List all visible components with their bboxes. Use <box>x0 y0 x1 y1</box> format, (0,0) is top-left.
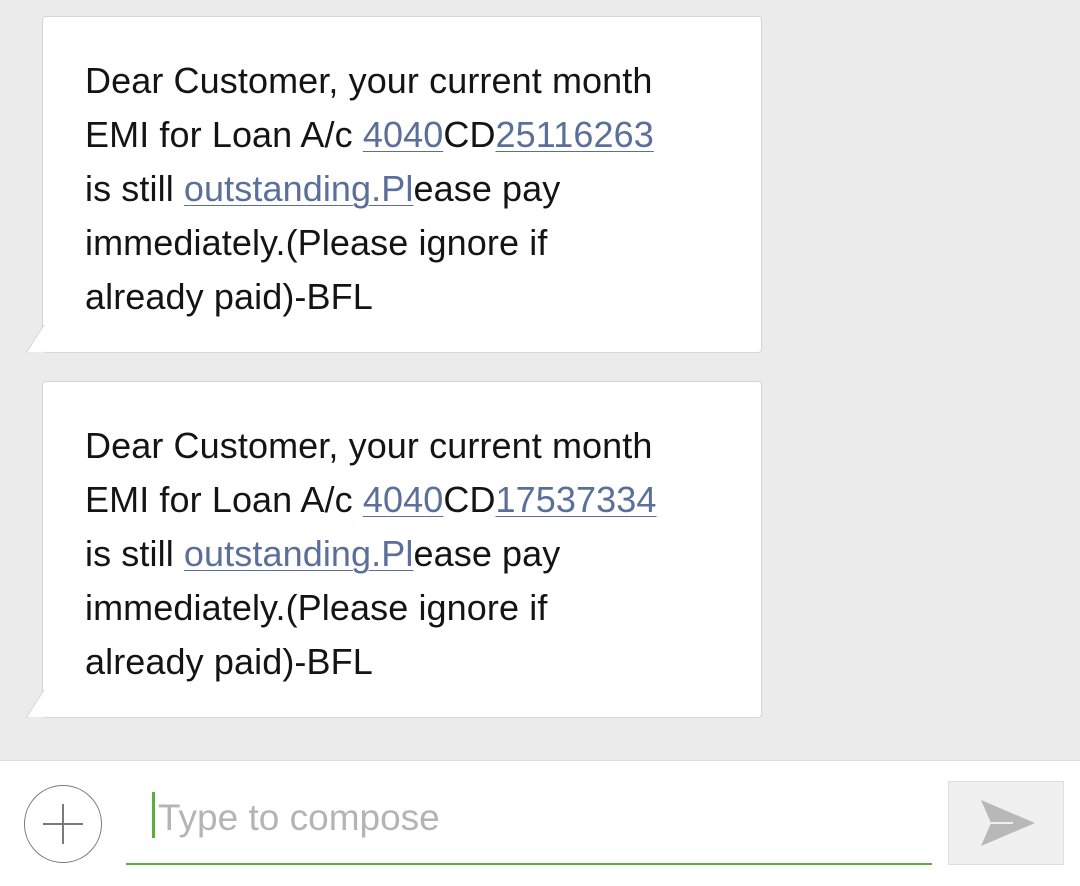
url-link[interactable]: outstanding.Pl <box>184 168 414 209</box>
message-line: is still outstanding.Please pay <box>85 162 725 216</box>
message-text: Dear Customer, your current month EMI fo… <box>85 54 725 324</box>
compose-bar <box>0 760 1080 886</box>
message-text-segment: ease pay <box>413 533 561 574</box>
bubble-tail <box>26 325 45 353</box>
message-text-segment: ease pay <box>413 168 561 209</box>
number-link[interactable]: 4040 <box>363 114 444 155</box>
message-text-segment: EMI for Loan A/c <box>85 479 363 520</box>
message-line: already paid)-BFL <box>85 276 373 317</box>
number-link[interactable]: 4040 <box>363 479 444 520</box>
send-button[interactable] <box>948 781 1064 865</box>
plus-icon <box>62 804 64 844</box>
message-line: Dear Customer, your current month <box>85 425 653 466</box>
message-line: EMI for Loan A/c 4040CD25116263 <box>85 108 725 162</box>
url-link[interactable]: outstanding.Pl <box>184 533 414 574</box>
message-line: already paid)-BFL <box>85 641 373 682</box>
add-attachment-button[interactable] <box>24 785 102 863</box>
message-text-segment: is still <box>85 533 184 574</box>
send-icon <box>981 800 1035 846</box>
message-text-segment: CD <box>443 479 496 520</box>
message-line: immediately.(Please ignore if <box>85 222 548 263</box>
message-text-segment: is still <box>85 168 184 209</box>
bubble-tail <box>26 690 45 718</box>
message-text: Dear Customer, your current month EMI fo… <box>85 419 725 689</box>
message-text-segment: CD <box>443 114 496 155</box>
message-line: immediately.(Please ignore if <box>85 587 548 628</box>
message-bubble[interactable]: Dear Customer, your current month EMI fo… <box>26 381 762 718</box>
message-text-segment: EMI for Loan A/c <box>85 114 363 155</box>
message-line: EMI for Loan A/c 4040CD17537334 <box>85 473 725 527</box>
message-line: is still outstanding.Please pay <box>85 527 725 581</box>
number-link[interactable]: 25116263 <box>496 114 654 155</box>
message-bubble[interactable]: Dear Customer, your current month EMI fo… <box>26 16 762 353</box>
compose-input[interactable] <box>158 795 918 841</box>
number-link[interactable]: 17537334 <box>496 479 657 520</box>
message-thread: Dear Customer, your current month EMI fo… <box>0 0 1080 760</box>
text-caret <box>152 792 155 838</box>
compose-field[interactable] <box>126 783 932 865</box>
message-line: Dear Customer, your current month <box>85 60 653 101</box>
